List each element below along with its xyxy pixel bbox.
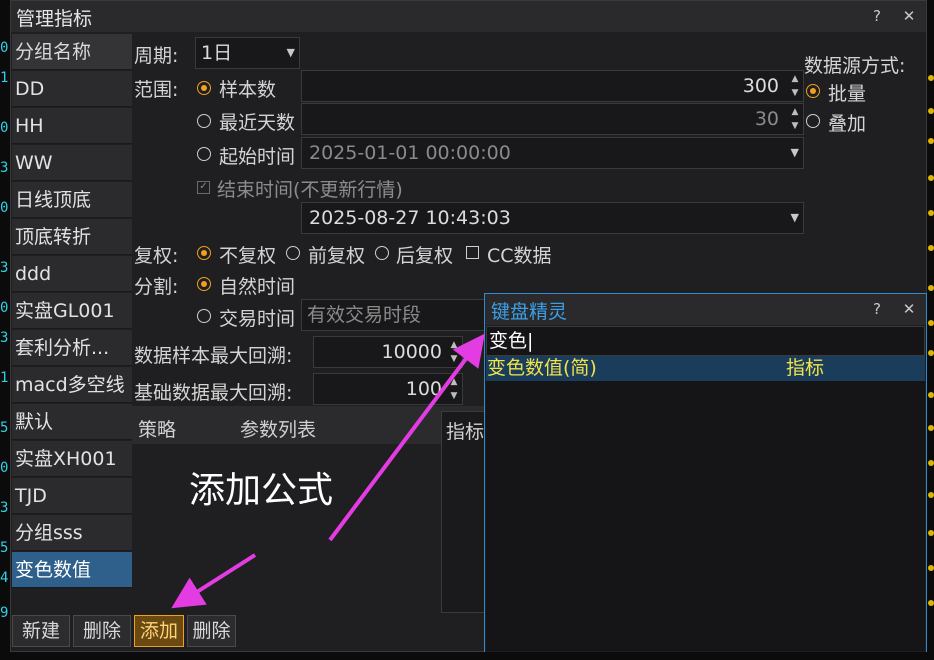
arrow-to-add-button: [171, 553, 257, 609]
arrow-to-wizard: [328, 333, 485, 542]
annotation-arrows: [171, 333, 485, 609]
background-app-strip: [0, 652, 934, 660]
